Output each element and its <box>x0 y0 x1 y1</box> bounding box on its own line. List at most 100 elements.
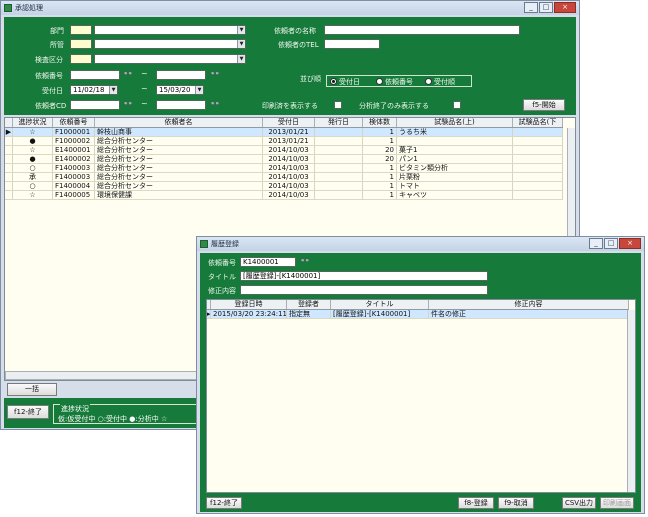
uketsuke-to-input[interactable]: 15/03/20 ▼ <box>156 85 204 95</box>
iraisha-tel-label: 依頼者のTEL <box>278 41 319 49</box>
dialog-col-title[interactable]: タイトル <box>331 300 429 309</box>
cell-irai-no: F1000001 <box>53 128 95 136</box>
cell-status: ● <box>13 155 53 163</box>
close-icon[interactable]: × <box>554 2 576 13</box>
bumon-select[interactable]: ▼ <box>94 25 246 35</box>
dialog-print-button[interactable]: 印刷画面 <box>600 497 634 509</box>
table-row[interactable]: ○ F1400003 総合分析センター 2014/10/03 1 ビタミン類分析 <box>5 164 563 173</box>
dialog-cancel-button[interactable]: f9-取消 <box>498 497 534 509</box>
cell-count: 1 <box>363 137 397 145</box>
cell-status: 承 <box>13 173 53 181</box>
col-irai-no[interactable]: 依頼番号 <box>53 118 95 127</box>
col-issued[interactable]: 発行日 <box>315 118 363 127</box>
col-item-upper[interactable]: 試験品名(上) <box>397 118 513 127</box>
dialog-register-button[interactable]: f8-登録 <box>458 497 494 509</box>
print-checkbox[interactable] <box>334 101 342 109</box>
shokan-select[interactable]: ▼ <box>94 39 246 49</box>
col-status[interactable]: 進捗状況 <box>13 118 53 127</box>
binoculars-icon[interactable]: 👓 <box>300 256 310 265</box>
kensa-code-input[interactable] <box>70 54 92 64</box>
sort-radio-uketsuke[interactable] <box>330 78 337 85</box>
bumon-code-input[interactable] <box>70 25 92 35</box>
app-icon <box>4 4 12 12</box>
bulk-button[interactable]: 一括 <box>7 383 57 396</box>
cell-item-upper: 片栗粉 <box>397 173 513 181</box>
dialog-col-datetime[interactable]: 登録日時 <box>211 300 287 309</box>
table-row[interactable]: ▶ ☆ F1000001 幹枝山商事 2013/01/21 1 うるち米 <box>5 128 563 137</box>
binoculars-icon[interactable]: 👓 <box>210 99 220 108</box>
maximize-icon[interactable]: □ <box>604 238 618 249</box>
cell-count: 1 <box>363 182 397 190</box>
iraisha-cd-from-input[interactable] <box>70 100 120 110</box>
binoculars-icon[interactable]: 👓 <box>123 99 133 108</box>
dialog-irai-no-input[interactable]: K1400001 <box>240 257 296 267</box>
main-exit-button[interactable]: f12-終了 <box>7 405 49 419</box>
irai-no-to-input[interactable] <box>156 70 206 80</box>
col-item-lower[interactable]: 試験品名(下 <box>513 118 563 127</box>
dialog-shusei-input[interactable] <box>240 285 488 295</box>
maximize-icon[interactable]: □ <box>539 2 553 13</box>
cell-issued <box>315 164 363 172</box>
table-row[interactable]: ☆ E1400001 総合分析センター 2014/10/03 20 菓子1 <box>5 146 563 155</box>
main-table-header: 進捗状況 依頼番号 依頼者名 受付日 発行日 検体数 試験品名(上) 試験品名(… <box>5 118 563 128</box>
minimize-icon[interactable]: _ <box>589 238 603 249</box>
uketsuke-from-input[interactable]: 11/02/18 ▼ <box>70 85 118 95</box>
iraisha-cd-label: 依頼者CD <box>35 102 67 110</box>
table-row[interactable]: ○ F1400004 総合分析センター 2014/10/03 1 トマト <box>5 182 563 191</box>
uketsuke-label: 受付日 <box>42 87 63 95</box>
col-count[interactable]: 検体数 <box>363 118 397 127</box>
uketsuke-from-value: 11/02/18 <box>73 86 105 94</box>
chevron-down-icon[interactable]: ▼ <box>109 86 117 94</box>
print-label: 印刷済を表示する <box>262 102 318 110</box>
table-row[interactable]: ● E1400002 総合分析センター 2014/10/03 20 パン1 <box>5 155 563 164</box>
analysis-checkbox[interactable] <box>453 101 461 109</box>
cell-irai-no: F1400003 <box>53 164 95 172</box>
dialog-title-input[interactable]: [履歴登録]-[K1400001] <box>240 271 488 281</box>
cell-status: ☆ <box>13 146 53 154</box>
chevron-down-icon[interactable]: ▼ <box>237 55 245 63</box>
table-row[interactable]: ☆ F1400005 環境保健課 2014/10/03 1 キャベツ <box>5 191 563 200</box>
cell-uketsuke: 2014/10/03 <box>263 155 315 163</box>
iraisha-name-input[interactable] <box>324 25 520 35</box>
cell-status: ○ <box>13 164 53 172</box>
dialog-table-header: 登録日時 登録者 タイトル 修正内容 <box>207 300 629 310</box>
dialog-csv-button[interactable]: CSV出力 <box>562 497 596 509</box>
sort-radio-order[interactable] <box>425 78 432 85</box>
cell-item-upper: パン1 <box>397 155 513 163</box>
cell-status: ○ <box>13 182 53 190</box>
cell-iraisha: 幹枝山商事 <box>95 128 263 136</box>
dialog-table-vscroll[interactable] <box>627 310 635 492</box>
dialog-titlebar: 履歴登録 <box>197 237 644 251</box>
cell-item-lower <box>513 182 563 190</box>
col-uketsuke[interactable]: 受付日 <box>263 118 315 127</box>
sort-radio-irai-no[interactable] <box>376 78 383 85</box>
iraisha-tel-input[interactable] <box>324 39 380 49</box>
table-row[interactable]: 承 F1400003 総合分析センター 2014/10/03 1 片栗粉 <box>5 173 563 182</box>
chevron-down-icon[interactable]: ▼ <box>237 26 245 34</box>
cell-issued <box>315 146 363 154</box>
start-button[interactable]: f5-開始 <box>523 99 565 111</box>
irai-no-from-input[interactable] <box>70 70 120 80</box>
binoculars-icon[interactable]: 👓 <box>123 69 133 78</box>
cell-status: ☆ <box>13 128 53 136</box>
dialog-col-content[interactable]: 修正内容 <box>429 300 629 309</box>
chevron-down-icon[interactable]: ▼ <box>237 40 245 48</box>
binoculars-icon[interactable]: 👓 <box>210 69 220 78</box>
close-icon[interactable]: × <box>619 238 641 249</box>
minimize-icon[interactable]: _ <box>524 2 538 13</box>
dialog-table-row[interactable]: ▸ 2015/03/20 23:24:11 指定無 [履歴登録]-[K1400001]… <box>207 310 629 319</box>
dialog-title: 履歴登録 <box>211 240 239 248</box>
dialog-app-icon <box>200 240 208 248</box>
shokan-code-input[interactable] <box>70 39 92 49</box>
kensa-select[interactable]: ▼ <box>94 54 246 64</box>
iraisha-cd-to-input[interactable] <box>156 100 206 110</box>
range-tilde: ~ <box>141 69 148 78</box>
col-iraisha[interactable]: 依頼者名 <box>95 118 263 127</box>
main-titlebar: 承認処理 <box>1 1 579 15</box>
dialog-exit-button[interactable]: f12-終了 <box>206 497 242 509</box>
table-row[interactable]: ● F1000002 総合分析センター 2013/01/21 1 <box>5 137 563 146</box>
cell-content: 件名の修正 <box>429 310 629 318</box>
dialog-col-user[interactable]: 登録者 <box>287 300 331 309</box>
chevron-down-icon[interactable]: ▼ <box>195 86 203 94</box>
status-legend: 進捗状況 仮:仮受付中 ○:受付中 ●:分析中 ☆ <box>53 404 203 424</box>
